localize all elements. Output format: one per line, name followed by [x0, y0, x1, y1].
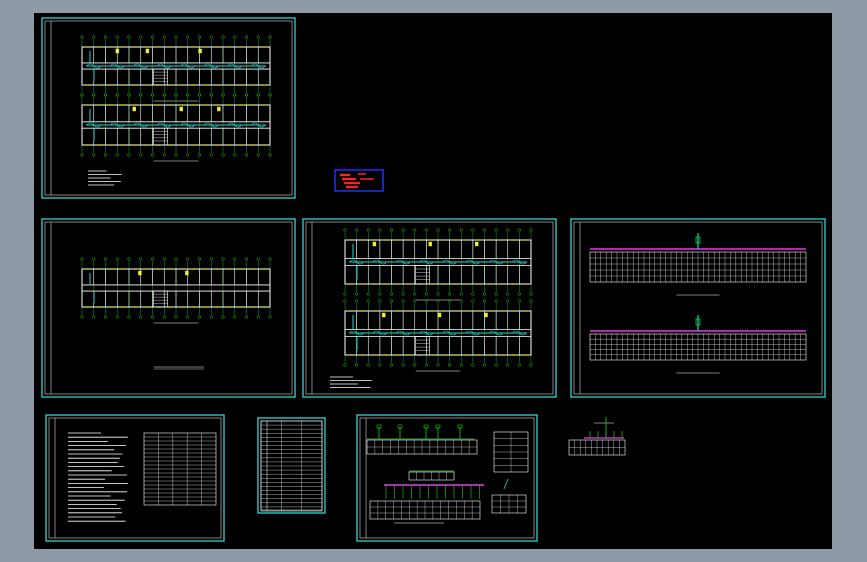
- sheet-1: [41, 17, 296, 199]
- title-stamp: [334, 169, 384, 192]
- cad-viewport[interactable]: [34, 13, 832, 549]
- sheet-3: [302, 218, 557, 398]
- drawing-canvas[interactable]: [34, 13, 832, 549]
- sheet-8: [568, 417, 626, 456]
- sheet-6: [257, 417, 326, 514]
- sheet-2: [41, 218, 296, 398]
- sheet-7: [356, 414, 538, 542]
- sheet-4: [570, 218, 826, 398]
- sheet-5: [45, 414, 225, 542]
